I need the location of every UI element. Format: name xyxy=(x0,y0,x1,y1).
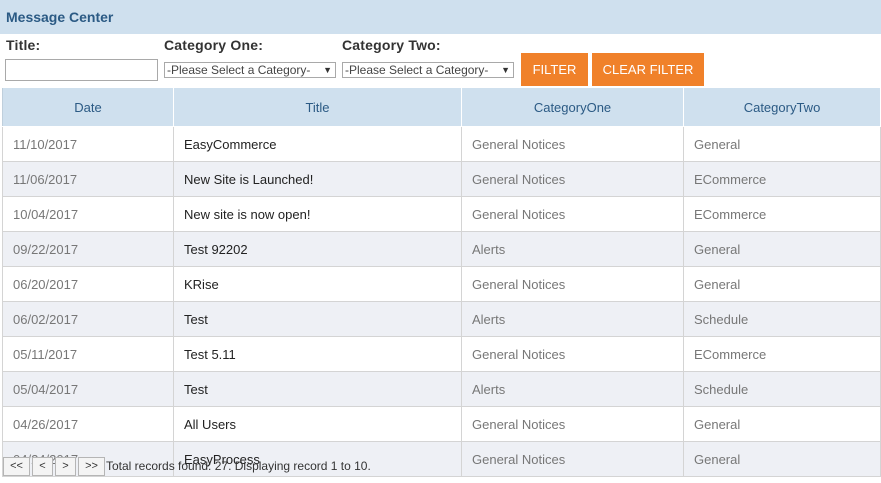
cell-title[interactable]: All Users xyxy=(173,406,462,442)
table-row[interactable]: 06/02/2017 Test Alerts Schedule xyxy=(2,301,881,337)
cell-category-one: General Notices xyxy=(461,441,684,477)
title-filter-label: Title: xyxy=(6,37,41,53)
cell-category-two: General xyxy=(683,266,881,302)
chevron-down-icon: ▼ xyxy=(501,65,510,75)
cell-category-two: General xyxy=(683,441,881,477)
cell-category-two: Schedule xyxy=(683,301,881,337)
column-header-category-one[interactable]: CategoryOne xyxy=(461,87,684,127)
first-page-button[interactable]: << xyxy=(3,457,30,476)
cell-category-one: Alerts xyxy=(461,231,684,267)
cell-title[interactable]: New site is now open! xyxy=(173,196,462,232)
category-two-selected-value: -Please Select a Category- xyxy=(345,63,489,77)
cell-title[interactable]: New Site is Launched! xyxy=(173,161,462,197)
cell-title[interactable]: Test 92202 xyxy=(173,231,462,267)
cell-category-two: ECommerce xyxy=(683,196,881,232)
cell-date: 06/02/2017 xyxy=(2,301,174,337)
cell-title[interactable]: Test xyxy=(173,371,462,407)
cell-title[interactable]: EasyCommerce xyxy=(173,126,462,162)
cell-date: 05/11/2017 xyxy=(2,336,174,372)
cell-title[interactable]: Test xyxy=(173,301,462,337)
category-one-select[interactable]: -Please Select a Category- ▼ xyxy=(164,62,336,78)
column-header-title[interactable]: Title xyxy=(173,87,462,127)
cell-date: 11/10/2017 xyxy=(2,126,174,162)
cell-category-one: General Notices xyxy=(461,336,684,372)
cell-date: 06/20/2017 xyxy=(2,266,174,302)
title-filter-input[interactable] xyxy=(5,59,158,81)
table-row[interactable]: 05/11/2017 Test 5.11 General Notices ECo… xyxy=(2,336,881,372)
table-row[interactable]: 09/22/2017 Test 92202 Alerts General xyxy=(2,231,881,267)
category-one-selected-value: -Please Select a Category- xyxy=(167,63,311,77)
table-header-row: Date Title CategoryOne CategoryTwo xyxy=(2,87,881,127)
cell-title[interactable]: Test 5.11 xyxy=(173,336,462,372)
category-one-label: Category One: xyxy=(164,37,264,53)
table-row[interactable]: 10/04/2017 New site is now open! General… xyxy=(2,196,881,232)
last-page-button[interactable]: >> xyxy=(78,457,105,476)
category-two-label: Category Two: xyxy=(342,37,441,53)
cell-category-one: Alerts xyxy=(461,371,684,407)
cell-category-two: ECommerce xyxy=(683,336,881,372)
column-header-category-two[interactable]: CategoryTwo xyxy=(683,87,881,127)
cell-category-two: General xyxy=(683,406,881,442)
cell-date: 10/04/2017 xyxy=(2,196,174,232)
filter-button[interactable]: FILTER xyxy=(521,53,588,86)
cell-category-one: General Notices xyxy=(461,406,684,442)
column-header-date[interactable]: Date xyxy=(2,87,174,127)
cell-category-one: General Notices xyxy=(461,161,684,197)
cell-date: 11/06/2017 xyxy=(2,161,174,197)
message-table: Date Title CategoryOne CategoryTwo 11/10… xyxy=(2,87,881,477)
cell-date: 05/04/2017 xyxy=(2,371,174,407)
page-title: Message Center xyxy=(6,9,114,25)
cell-category-one: Alerts xyxy=(461,301,684,337)
cell-category-two: General xyxy=(683,231,881,267)
category-two-select[interactable]: -Please Select a Category- ▼ xyxy=(342,62,514,78)
cell-category-two: ECommerce xyxy=(683,161,881,197)
cell-category-two: General xyxy=(683,126,881,162)
cell-title[interactable]: KRise xyxy=(173,266,462,302)
clear-filter-button[interactable]: CLEAR FILTER xyxy=(592,53,704,86)
previous-page-button[interactable]: < xyxy=(32,457,53,476)
chevron-down-icon: ▼ xyxy=(323,65,332,75)
table-row[interactable]: 11/06/2017 New Site is Launched! General… xyxy=(2,161,881,197)
cell-category-one: General Notices xyxy=(461,126,684,162)
cell-category-two: Schedule xyxy=(683,371,881,407)
cell-date: 09/22/2017 xyxy=(2,231,174,267)
table-row[interactable]: 06/20/2017 KRise General Notices General xyxy=(2,266,881,302)
table-row[interactable]: 05/04/2017 Test Alerts Schedule xyxy=(2,371,881,407)
table-row[interactable]: 04/26/2017 All Users General Notices Gen… xyxy=(2,406,881,442)
message-center-header: Message Center xyxy=(0,0,881,34)
next-page-button[interactable]: > xyxy=(55,457,76,476)
pagination-status: Total records found: 27. Displaying reco… xyxy=(106,459,371,473)
cell-category-one: General Notices xyxy=(461,266,684,302)
cell-date: 04/26/2017 xyxy=(2,406,174,442)
cell-category-one: General Notices xyxy=(461,196,684,232)
table-row[interactable]: 11/10/2017 EasyCommerce General Notices … xyxy=(2,126,881,162)
